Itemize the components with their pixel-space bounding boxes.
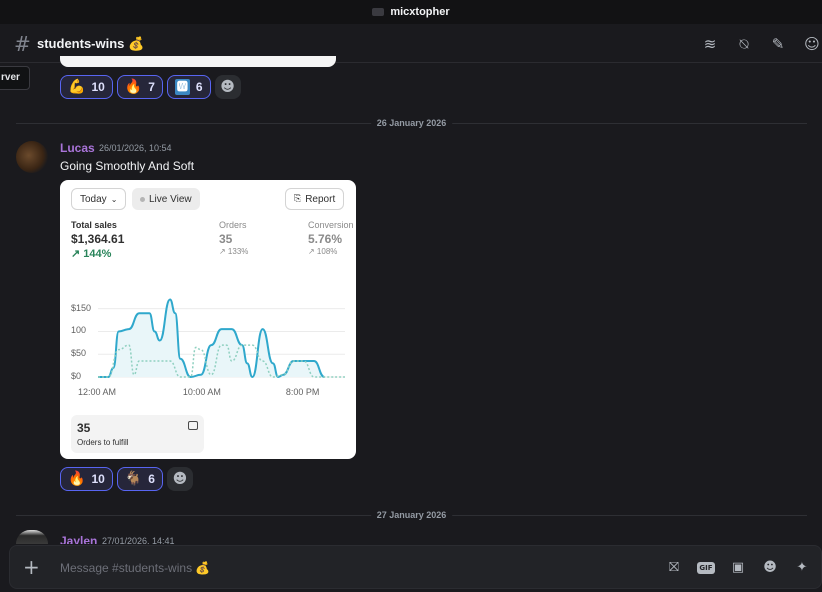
message-composer[interactable]: + Message #students-wins 💰 ⛝ GIF ▣ ☻ ✦ <box>9 545 822 589</box>
x-tick-label: 8:00 PM <box>285 387 320 397</box>
mute-icon[interactable]: ⍉ <box>734 34 754 54</box>
reaction-w[interactable]: 🆆 6 <box>166 75 211 99</box>
y-tick-label: $50 <box>71 348 87 359</box>
gif-icon[interactable]: GIF <box>697 562 715 574</box>
members-icon[interactable]: ☺ <box>802 34 822 54</box>
message-timestamp: 26/01/2026, 10:54 <box>99 143 172 153</box>
server-icon <box>372 8 385 16</box>
smile-icon: ☻ <box>172 471 188 487</box>
emoji-icon[interactable]: ☻ <box>761 559 779 577</box>
avatar[interactable] <box>16 141 48 173</box>
inbox-icon <box>188 421 198 430</box>
orders-to-fulfill-card: 35 Orders to fulfill <box>71 415 204 453</box>
reaction-count: 10 <box>91 80 105 94</box>
reaction-flexed-biceps[interactable]: 💪 10 <box>60 75 113 99</box>
message-text: Going Smoothly And Soft <box>60 159 195 173</box>
window-title: micxtopher <box>390 6 450 18</box>
window-titlebar: micxtopher <box>0 0 822 24</box>
w-icon: 🆆 <box>174 79 190 95</box>
message-image-embed[interactable]: Today ⌄ Live View ⎘ Report Total sales $… <box>60 180 356 459</box>
x-tick-label: 12:00 AM <box>78 387 117 397</box>
reaction-goat[interactable]: 🐐 6 <box>116 467 163 491</box>
server-tooltip: rver <box>0 66 30 90</box>
message-author[interactable]: Lucas <box>60 141 95 155</box>
y-tick-label: 100 <box>71 325 87 336</box>
reaction-fire[interactable]: 🔥 10 <box>60 467 113 491</box>
attach-plus-icon[interactable]: + <box>23 555 40 579</box>
threads-icon[interactable]: ≋ <box>700 34 720 54</box>
reaction-bar-bottom: 🔥 10 🐐 6 ☻ <box>60 467 193 491</box>
previous-embed[interactable] <box>60 56 336 67</box>
smile-icon: ☻ <box>220 79 235 95</box>
composer-toolbar: ⛝ GIF ▣ ☻ ✦ <box>665 559 811 577</box>
goat-icon: 🐐 <box>124 471 143 487</box>
header-toolbar: ≋ ⍉ ✎ ☺ <box>700 34 822 54</box>
sticker-icon[interactable]: ▣ <box>729 559 747 577</box>
apps-icon[interactable]: ✦ <box>793 559 811 577</box>
y-tick-label: $150 <box>71 302 92 313</box>
fire-icon: 🔥 <box>68 471 86 487</box>
pin-icon[interactable]: ✎ <box>768 34 788 54</box>
gift-icon[interactable]: ⛝ <box>665 559 683 577</box>
x-tick-label: 10:00 AM <box>182 387 221 397</box>
reaction-bar-top: 💪 10 🔥 7 🆆 6 ☻ <box>60 75 241 99</box>
y-tick-label: $0 <box>71 371 82 381</box>
fulfill-count: 35 <box>77 421 91 435</box>
hashtag-icon: # <box>14 32 31 56</box>
message-input[interactable]: Message #students-wins 💰 <box>60 561 210 575</box>
date-divider-label: 27 January 2026 <box>370 510 453 520</box>
avatar[interactable] <box>16 530 48 544</box>
reaction-fire[interactable]: 🔥 7 <box>116 75 163 99</box>
reaction-count: 7 <box>148 80 155 94</box>
channel-name: students-wins 💰 <box>37 36 145 51</box>
flexed-biceps-icon: 💪 <box>68 79 86 95</box>
fulfill-label: Orders to fulfill <box>77 438 129 447</box>
add-reaction-button[interactable]: ☻ <box>214 75 241 99</box>
date-divider-label: 26 January 2026 <box>370 118 453 128</box>
reaction-count: 10 <box>91 472 105 486</box>
reaction-count: 6 <box>195 80 203 94</box>
fire-icon: 🔥 <box>124 79 143 95</box>
date-divider: 26 January 2026 <box>16 118 807 128</box>
add-reaction-button[interactable]: ☻ <box>166 467 193 491</box>
date-divider: 27 January 2026 <box>16 510 807 520</box>
reaction-count: 6 <box>148 472 155 486</box>
